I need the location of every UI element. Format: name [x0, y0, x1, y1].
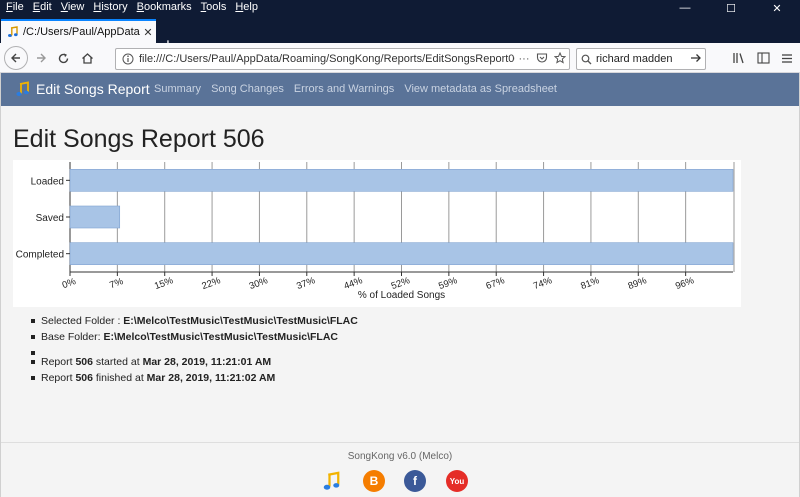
forward-button[interactable]: [30, 48, 52, 68]
page-title: Edit Songs Report 506: [13, 125, 265, 153]
hamburger-icon: [782, 53, 792, 63]
bookmark-star-icon[interactable]: [551, 51, 569, 67]
menu-history[interactable]: History: [93, 0, 127, 15]
home-icon: [81, 52, 93, 64]
music-note-icon: [8, 26, 18, 37]
site-navbar: Edit Songs Report Summary Song Changes E…: [1, 73, 799, 106]
facebook-icon[interactable]: f: [404, 470, 426, 492]
finished-time: Mar 28, 2019, 11:21:02 AM: [146, 372, 276, 384]
blogger-icon[interactable]: B: [363, 470, 385, 492]
footer-version: SongKong v6.0 (Melco): [347, 451, 453, 462]
home-button[interactable]: [76, 48, 98, 68]
x-tick-label: 22%: [200, 275, 222, 292]
search-go-button[interactable]: [687, 52, 705, 67]
pocket-icon[interactable]: [533, 52, 551, 67]
back-button[interactable]: [4, 46, 28, 70]
nav-spreadsheet[interactable]: View metadata as Spreadsheet: [404, 83, 557, 95]
songkong-logo-icon: [16, 81, 29, 96]
back-arrow-icon: [11, 53, 20, 63]
bar-saved: [69, 205, 121, 229]
report-word: Report: [41, 356, 76, 368]
menu-help[interactable]: Help: [235, 0, 258, 15]
tab-title: /C:/Users/Paul/AppData/Roam: [23, 26, 140, 38]
minimize-button[interactable]: —: [662, 0, 708, 16]
forward-arrow-icon: [37, 53, 46, 63]
base-folder-label: Base Folder:: [41, 331, 104, 343]
x-tick-label: 37%: [295, 275, 317, 292]
bar-completed: [69, 242, 734, 265]
menu-button[interactable]: [776, 48, 798, 68]
tab-active[interactable]: /C:/Users/Paul/AppData/Roam ✕: [1, 19, 156, 43]
progress-chart: Loaded Saved Completed 0% 7% 15% 22% 30% 37% 44% 5…: [13, 160, 741, 307]
started-text: started at: [92, 356, 143, 368]
nav-song-changes[interactable]: Song Changes: [211, 83, 284, 95]
nav-summary[interactable]: Summary: [154, 83, 201, 95]
x-tick-label: 74%: [532, 275, 554, 292]
url-bar[interactable]: file:///C:/Users/Paul/AppData/Roaming/So…: [115, 48, 570, 70]
page-actions-button[interactable]: ···: [515, 53, 533, 65]
sidebar-icon: [756, 52, 770, 64]
nav-errors-warnings[interactable]: Errors and Warnings: [294, 83, 394, 95]
search-input[interactable]: richard madden: [596, 53, 687, 65]
y-tick-label: Saved: [36, 213, 64, 224]
brand-title: Edit Songs Report: [36, 81, 150, 97]
menu-bar: File Edit View History Bookmarks Tools H…: [0, 0, 800, 16]
arrow-right-icon: [691, 53, 701, 62]
reload-icon: [58, 53, 68, 63]
menu-file[interactable]: File: [6, 0, 24, 15]
menu-items: File Edit View History Bookmarks Tools H…: [6, 0, 267, 15]
close-window-button[interactable]: ✕: [754, 0, 800, 16]
tab-close-icon[interactable]: ✕: [140, 26, 156, 39]
search-icon: [581, 54, 592, 64]
y-tick-label: Completed: [16, 250, 64, 261]
base-folder-item: Base Folder: E:\Melco\TestMusic\TestMusi…: [31, 329, 358, 345]
page-viewport: Edit Songs Report Summary Song Changes E…: [0, 73, 800, 497]
x-tick-label: 0%: [61, 276, 78, 291]
bar-loaded: [69, 169, 734, 192]
x-tick-label: 81%: [579, 275, 601, 292]
library-icon: [733, 53, 744, 64]
x-tick-label: 15%: [153, 275, 175, 292]
url-text[interactable]: file:///C:/Users/Paul/AppData/Roaming/So…: [139, 53, 515, 65]
page-footer: SongKong v6.0 (Melco) B f You: [1, 442, 799, 497]
menu-edit[interactable]: Edit: [33, 0, 52, 15]
reload-button[interactable]: [52, 48, 74, 68]
selected-folder-label: Selected Folder :: [41, 315, 124, 327]
report-id: 506: [75, 372, 93, 384]
x-tick-label: 7%: [108, 276, 125, 291]
report-id: 506: [75, 356, 93, 368]
window-controls: — ☐ ✕: [662, 0, 800, 16]
menu-bookmarks[interactable]: Bookmarks: [137, 0, 192, 15]
menu-view[interactable]: View: [61, 0, 85, 15]
site-nav-links: Summary Song Changes Errors and Warnings…: [154, 83, 567, 95]
x-tick-label: 89%: [627, 275, 649, 292]
selected-folder-item: Selected Folder : E:\Melco\TestMusic\Tes…: [31, 313, 358, 329]
library-button[interactable]: [728, 48, 750, 68]
selected-folder-value: E:\Melco\TestMusic\TestMusic\TestMusic\F…: [123, 315, 358, 327]
youtube-icon[interactable]: You: [446, 470, 468, 492]
started-time: Mar 28, 2019, 11:21:01 AM: [142, 356, 272, 368]
x-tick-label: 96%: [674, 275, 696, 292]
tab-bar: /C:/Users/Paul/AppData/Roam ✕ +: [0, 16, 800, 54]
maximize-button[interactable]: ☐: [708, 0, 754, 16]
songkong-icon[interactable]: [321, 470, 343, 492]
finished-text: finished at: [92, 372, 147, 384]
x-tick-label: 30%: [248, 275, 270, 292]
x-axis-label: % of Loaded Songs: [358, 290, 445, 301]
y-tick-label: Loaded: [31, 176, 64, 187]
report-finished-item: Report 506 finished at Mar 28, 2019, 11:…: [31, 370, 358, 386]
report-word: Report: [41, 372, 76, 384]
menu-tools[interactable]: Tools: [201, 0, 227, 15]
report-info-list: Selected Folder : E:\Melco\TestMusic\Tes…: [31, 313, 358, 386]
x-tick-label: 67%: [485, 275, 507, 292]
site-brand[interactable]: Edit Songs Report: [15, 81, 150, 97]
report-started-item: Report 506 started at Mar 28, 2019, 11:2…: [31, 354, 358, 370]
list-spacer: [31, 345, 358, 355]
navigation-toolbar: file:///C:/Users/Paul/AppData/Roaming/So…: [0, 43, 800, 73]
sidebar-toggle-button[interactable]: [752, 48, 774, 68]
info-icon: [122, 53, 134, 65]
base-folder-value: E:\Melco\TestMusic\TestMusic\TestMusic\F…: [103, 331, 338, 343]
bar-chart-svg: LoadedSavedCompleted0% 7% 15% 22% 30% 37% 44% 5…: [16, 162, 735, 301]
search-bar[interactable]: richard madden: [576, 48, 706, 70]
